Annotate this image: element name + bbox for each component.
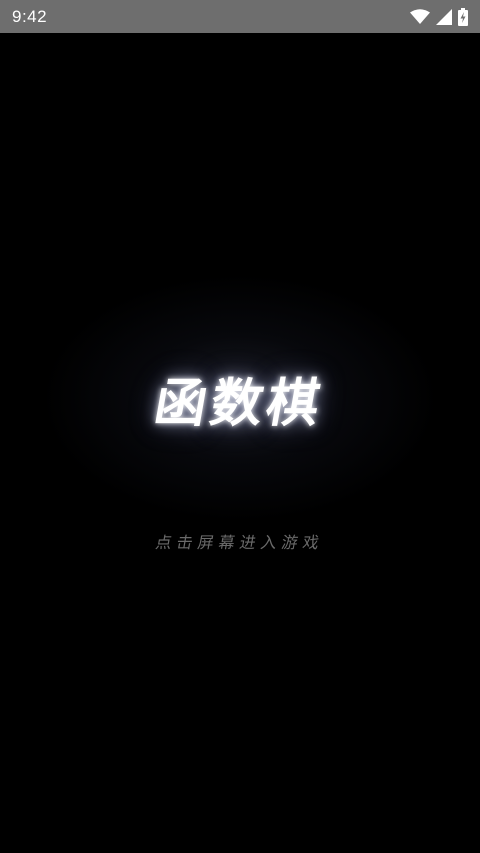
wifi-icon bbox=[410, 8, 430, 25]
status-icons bbox=[410, 7, 468, 26]
status-time: 9:42 bbox=[12, 6, 48, 26]
status-bar: 9:42 bbox=[0, 0, 480, 33]
game-start-screen[interactable]: 函数棋 点击屏幕进入游戏 bbox=[0, 33, 480, 853]
tap-to-start-hint: 点击屏幕进入游戏 bbox=[154, 533, 326, 552]
game-title: 函数棋 bbox=[149, 374, 329, 434]
cell-signal-icon bbox=[436, 8, 452, 25]
battery-charging-icon bbox=[458, 7, 468, 26]
